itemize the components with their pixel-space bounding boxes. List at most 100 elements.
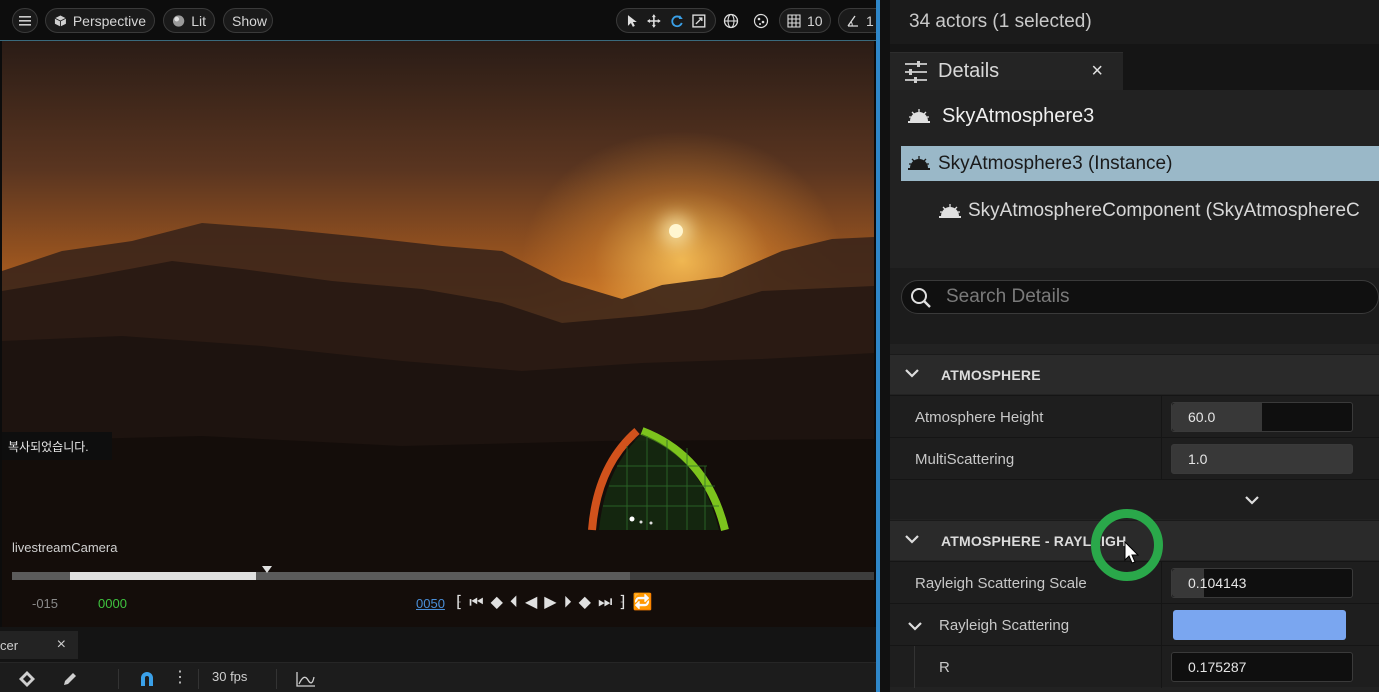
instance-row[interactable]: SkyAtmosphere3 (Instance): [901, 146, 1379, 181]
rayleigh-scale-value: 0.104143: [1188, 575, 1247, 591]
step-forward-icon[interactable]: ⏵: [564, 592, 572, 614]
angle-snap-value: 1: [866, 12, 874, 29]
snap-surface-icon: [753, 13, 769, 28]
loop-icon[interactable]: 🔁: [633, 592, 653, 614]
property-rayleigh-scattering: Rayleigh Scattering: [890, 603, 1379, 646]
step-back-icon[interactable]: ⏴: [510, 592, 518, 614]
rayleigh-scattering-label: Rayleigh Scattering: [939, 617, 1070, 634]
sequencer-tab-close[interactable]: ×: [57, 636, 66, 654]
atmosphere-height-input[interactable]: 60.0: [1171, 402, 1353, 432]
multiscattering-label: MultiScattering: [915, 451, 1015, 468]
show-button[interactable]: Show: [223, 8, 273, 33]
set-end-icon[interactable]: ⁆: [619, 592, 625, 614]
column-divider: [1161, 438, 1162, 480]
column-divider: [1161, 604, 1162, 646]
multiscattering-input[interactable]: 1.0: [1171, 444, 1353, 474]
column-divider: [1161, 646, 1162, 688]
sky-atmosphere-icon: [908, 156, 930, 170]
sequencer-tab[interactable]: cer ×: [0, 631, 78, 659]
separator: [198, 669, 199, 689]
angle-icon: [847, 15, 858, 27]
rotate-icon[interactable]: [670, 14, 684, 28]
details-tab-close[interactable]: ×: [1091, 60, 1103, 83]
property-multiscattering: MultiScattering 1.0: [890, 437, 1379, 480]
component-label: SkyAtmosphereComponent (SkyAtmosphereC: [968, 200, 1360, 221]
atmosphere-height-label: Atmosphere Height: [915, 409, 1044, 426]
details-tab[interactable]: Details ×: [890, 52, 1123, 90]
sequencer-toolbar: ⋮ 30 fps: [0, 662, 876, 692]
search-details-input[interactable]: Search Details: [901, 280, 1379, 314]
rayleigh-color-swatch[interactable]: [1173, 610, 1346, 640]
grid-snap-button[interactable]: 10: [779, 8, 831, 33]
lit-label: Lit: [191, 12, 206, 29]
jump-to-start-icon[interactable]: ⏮: [469, 592, 483, 614]
rayleigh-r-label: R: [939, 659, 950, 676]
chevron-down-icon: [905, 535, 919, 544]
mouse-cursor-icon: [1124, 541, 1140, 564]
pencil-icon[interactable]: [62, 671, 78, 687]
separator: [276, 669, 277, 689]
angle-snap-button[interactable]: 1: [838, 8, 876, 33]
slider-fill: [1172, 403, 1262, 431]
timeline-end[interactable]: 0050: [416, 596, 445, 611]
surface-snap-button[interactable]: [750, 8, 772, 33]
timeline-scrubber[interactable]: [12, 566, 874, 580]
instance-label: SkyAtmosphere3 (Instance): [938, 152, 1173, 174]
actor-name-row[interactable]: SkyAtmosphere3: [890, 90, 1379, 142]
column-divider: [1161, 396, 1162, 438]
prev-key-icon[interactable]: ◆: [491, 592, 503, 614]
chevron-down-icon: [905, 369, 919, 378]
perspective-button[interactable]: Perspective: [45, 8, 155, 33]
curve-editor-icon[interactable]: [296, 671, 316, 687]
fps-dropdown[interactable]: 30 fps: [212, 669, 247, 684]
translate-icon[interactable]: [646, 13, 661, 28]
globe-icon: [723, 13, 739, 28]
viewport-scene[interactable]: [2, 41, 874, 627]
transport-controls: ⁅ ⏮ ◆ ⏴ ◀ ▶ ⏵ ◆ ⏭ ⁆ 🔁: [456, 592, 653, 614]
grid-snap-value: 10: [807, 12, 823, 29]
timeline-start[interactable]: -015: [32, 596, 58, 611]
column-divider: [1161, 562, 1162, 604]
lit-button[interactable]: Lit: [163, 8, 215, 33]
world-local-button[interactable]: [720, 8, 742, 33]
copied-toast: 복사되었습니다.: [2, 432, 112, 460]
search-placeholder: Search Details: [946, 286, 1070, 307]
chevron-down-icon: [1245, 496, 1259, 505]
atmosphere-height-value: 60.0: [1188, 409, 1216, 425]
search-bar-area: Search Details: [890, 268, 1379, 344]
property-atmosphere-height: Atmosphere Height 60.0: [890, 395, 1379, 438]
indent-guide: [914, 646, 915, 688]
next-key-icon[interactable]: ◆: [579, 592, 591, 614]
sky-atmosphere-icon: [908, 109, 930, 123]
snap-options-icon[interactable]: ⋮: [172, 667, 188, 687]
camera-gizmo[interactable]: [587, 426, 737, 536]
jump-to-end-icon[interactable]: ⏭: [598, 592, 612, 614]
actor-name: SkyAtmosphere3: [942, 104, 1095, 127]
select-arrow-icon[interactable]: [626, 14, 638, 28]
timeline-current[interactable]: 0000: [98, 596, 127, 611]
rayleigh-r-value: 0.175287: [1188, 659, 1247, 675]
viewport-menu-button[interactable]: [12, 8, 38, 33]
details-sliders-icon: [905, 60, 927, 83]
play-icon[interactable]: ▶: [544, 592, 556, 614]
component-row[interactable]: SkyAtmosphereComponent (SkyAtmosphereC: [890, 194, 1379, 228]
transform-tools: [616, 8, 716, 33]
scale-icon[interactable]: [692, 13, 706, 28]
sky-atmosphere-component-icon: [939, 204, 961, 218]
chevron-down-icon[interactable]: [908, 621, 922, 631]
playhead[interactable]: [262, 566, 272, 573]
key-tool-icon[interactable]: [18, 670, 36, 688]
perspective-label: Perspective: [72, 12, 146, 29]
rayleigh-scale-input[interactable]: 0.104143: [1171, 568, 1353, 598]
category-atmosphere[interactable]: ATMOSPHERE: [890, 354, 1379, 394]
rayleigh-r-input[interactable]: 0.175287: [1171, 652, 1353, 682]
snap-magnet-icon[interactable]: [139, 670, 155, 688]
level-viewport[interactable]: Perspective Lit Show 10 1 복사되었습니다. lives…: [0, 0, 876, 627]
multiscattering-value: 1.0: [1188, 451, 1208, 467]
category-atmosphere-title: ATMOSPHERE: [941, 366, 1041, 383]
show-label: Show: [232, 12, 268, 29]
sequencer-panel: cer × ⋮ 30 fps: [0, 627, 876, 692]
separator: [118, 669, 119, 689]
set-start-icon[interactable]: ⁅: [456, 592, 462, 614]
play-reverse-icon[interactable]: ◀: [525, 592, 537, 614]
